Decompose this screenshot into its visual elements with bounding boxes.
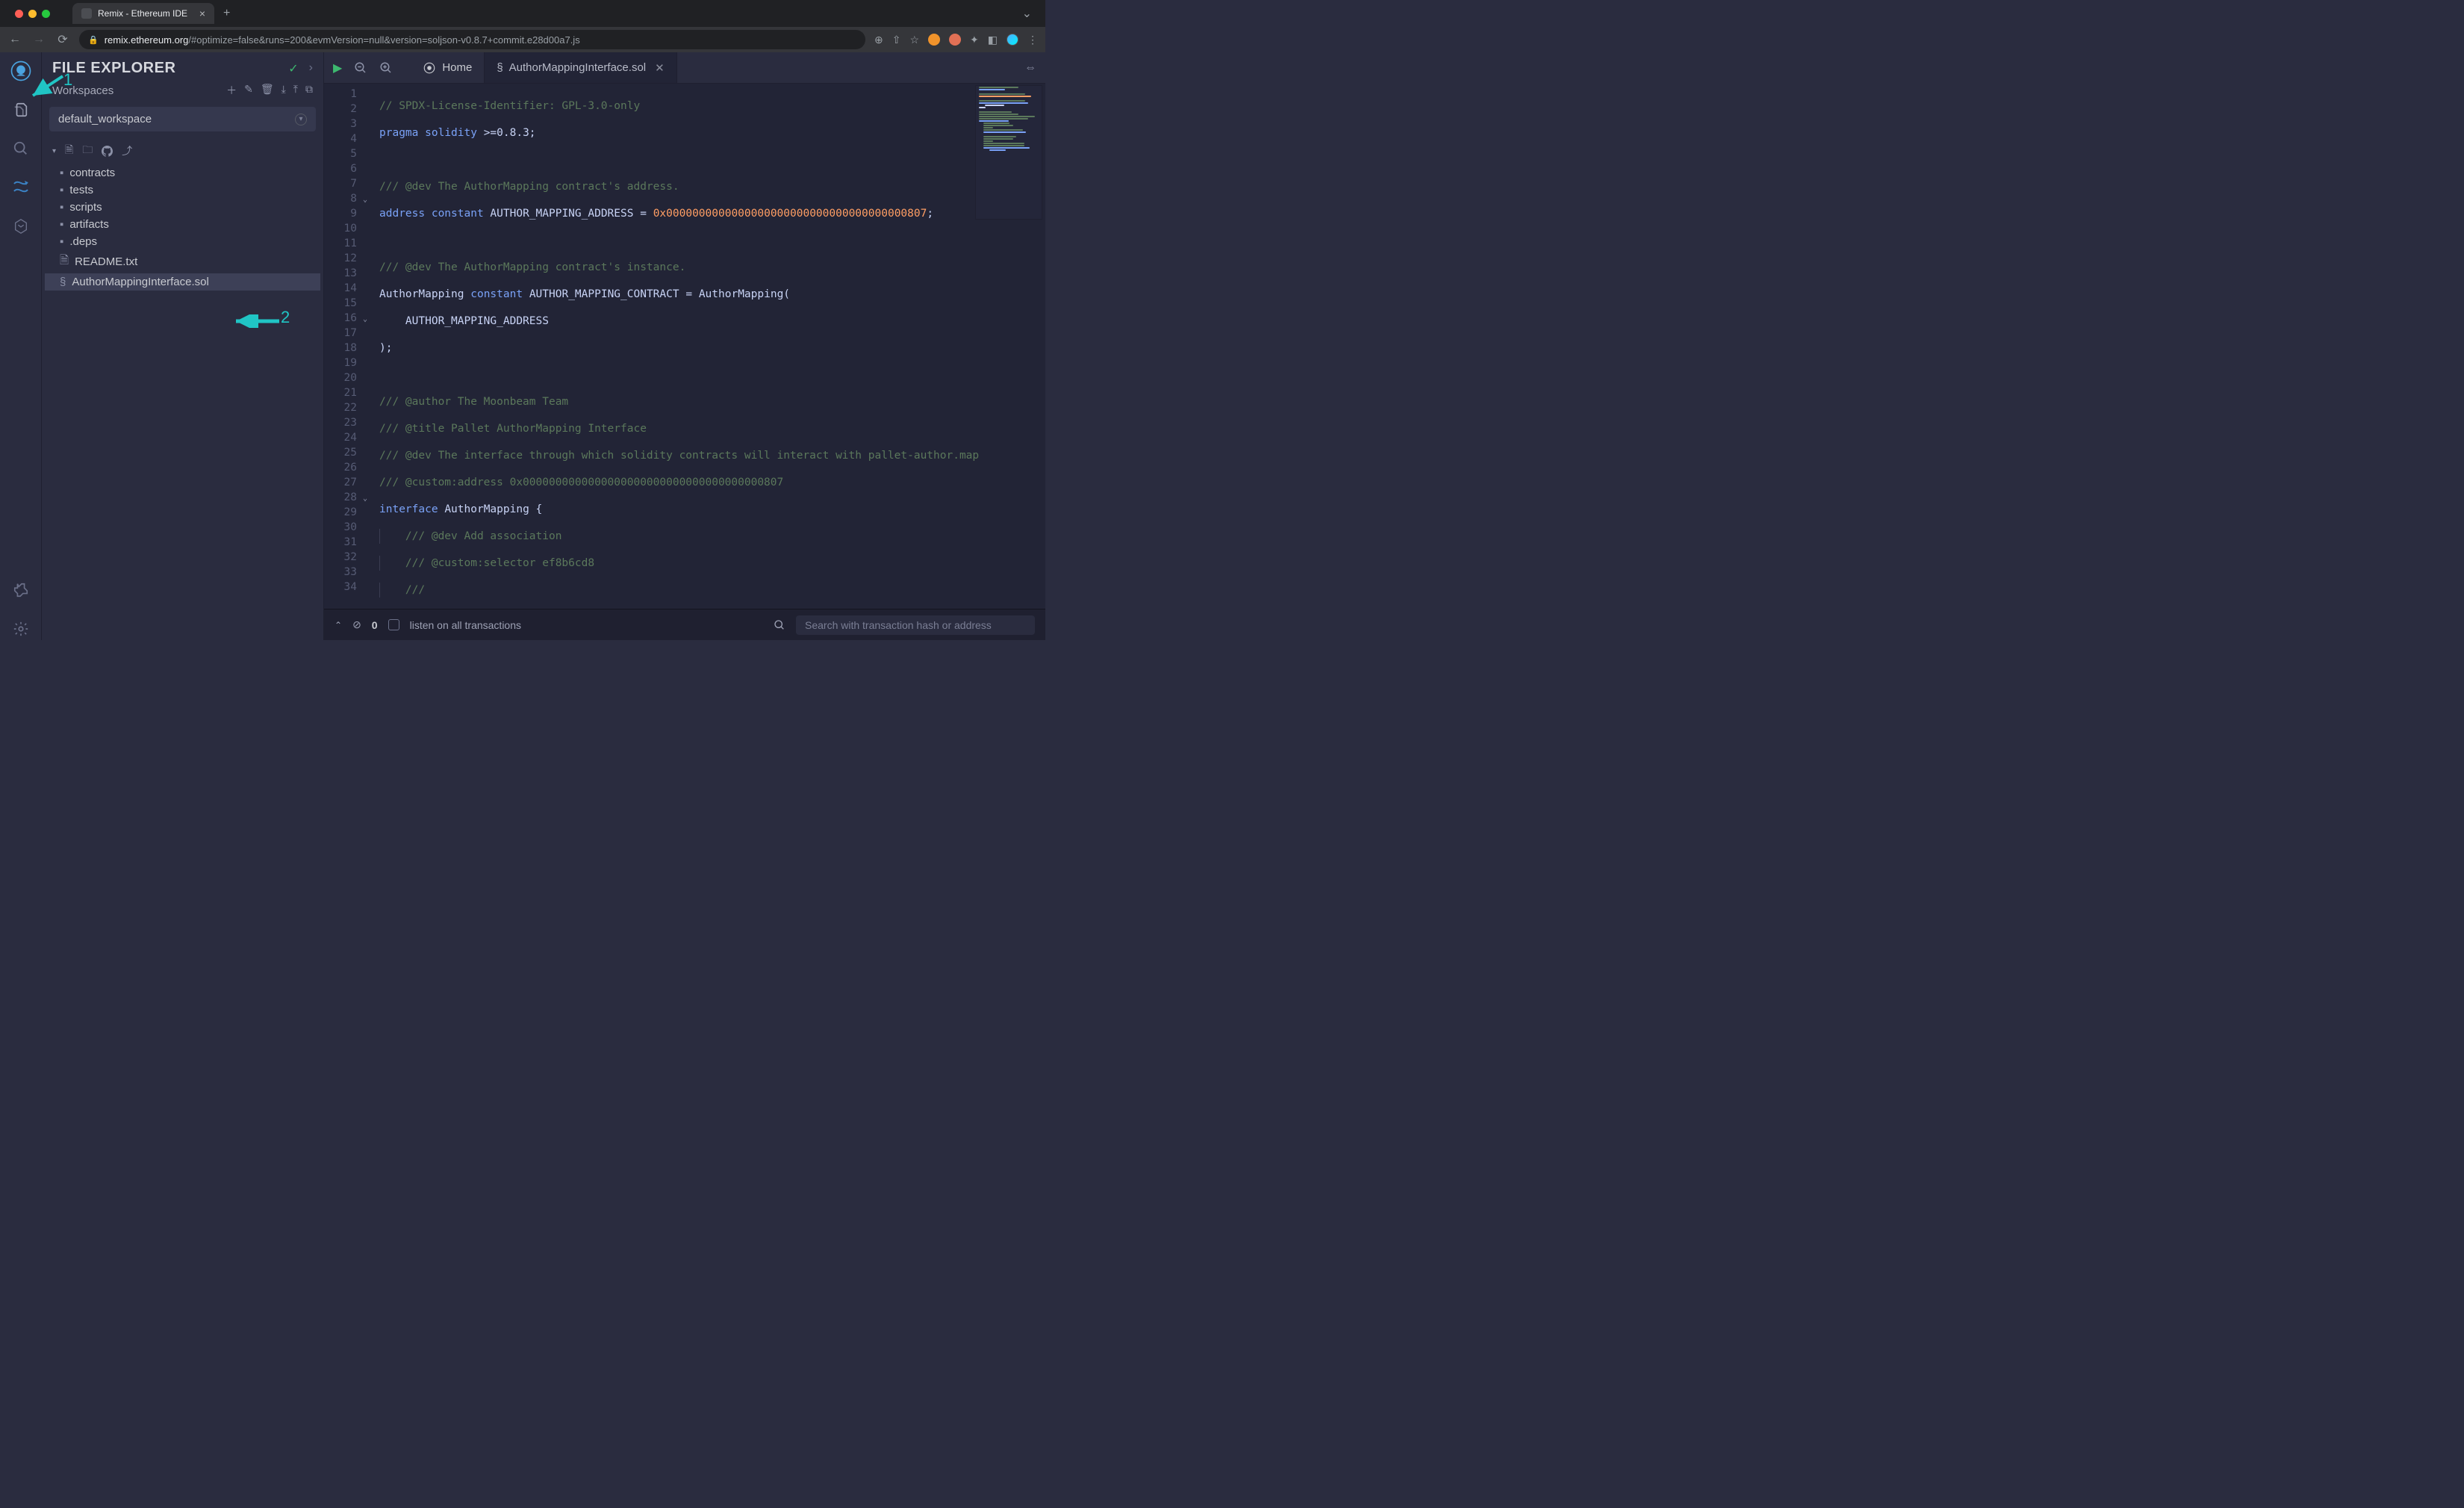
- app-root: FILE EXPLORER ✓ › Workspaces ＋ ✎ 🗑 ⤓ ⤒ ⧉…: [0, 52, 1045, 640]
- listen-label: listen on all transactions: [410, 619, 521, 631]
- new-file-icon[interactable]: 🗎: [65, 142, 73, 160]
- listen-checkbox[interactable]: [388, 619, 399, 630]
- url-box[interactable]: 🔒 remix.ethereum.org/#optimize=false&run…: [79, 30, 865, 49]
- file-explorer-header: FILE EXPLORER ✓ ›: [42, 52, 323, 80]
- folder-deps[interactable]: ▪.deps: [45, 233, 320, 250]
- zoom-in-icon[interactable]: [379, 61, 393, 75]
- run-icon[interactable]: ▶: [333, 60, 342, 75]
- folder-artifacts[interactable]: ▪artifacts: [45, 216, 320, 233]
- browser-tab[interactable]: Remix - Ethereum IDE ×: [72, 3, 214, 24]
- back-button[interactable]: ←: [7, 33, 22, 46]
- terminal-search-icon[interactable]: [774, 619, 785, 631]
- home-icon: [423, 61, 436, 75]
- search-icon[interactable]: [10, 137, 32, 160]
- lock-icon: 🔒: [88, 35, 99, 45]
- address-bar: ← → ⟳ 🔒 remix.ethereum.org/#optimize=fal…: [0, 27, 1045, 52]
- upload-workspace-icon[interactable]: ⤒: [293, 83, 298, 98]
- icon-rail: [0, 52, 42, 640]
- minimize-window-button[interactable]: [28, 10, 37, 18]
- zoom-out-icon[interactable]: [354, 61, 367, 75]
- download-workspace-icon[interactable]: ⤓: [281, 83, 286, 98]
- folder-contracts[interactable]: ▪contracts: [45, 164, 320, 181]
- code-content: // SPDX-License-Identifier: GPL-3.0-only…: [366, 84, 1045, 609]
- maximize-window-button[interactable]: [42, 10, 50, 18]
- terminal-search-input[interactable]: Search with transaction hash or address: [796, 615, 1035, 635]
- share-icon[interactable]: ⇧: [892, 34, 901, 46]
- workspaces-label: Workspaces: [52, 84, 113, 97]
- settings-icon[interactable]: [10, 618, 32, 640]
- browser-actions: ⊕ ⇧ ☆ ✦ ◧ ⋮: [874, 34, 1038, 46]
- tab-title: Remix - Ethereum IDE: [98, 8, 187, 19]
- terminal-clear-icon[interactable]: ⊘: [352, 618, 361, 631]
- tab-home-label: Home: [442, 61, 472, 74]
- folder-tests[interactable]: ▪tests: [45, 181, 320, 199]
- file-interface[interactable]: §AuthorMappingInterface.sol: [45, 273, 320, 291]
- zoom-icon[interactable]: ⊕: [874, 34, 883, 46]
- remix-logo-icon[interactable]: [10, 60, 32, 82]
- select-caret-icon: ▾: [295, 114, 307, 125]
- tab-home[interactable]: Home: [411, 52, 485, 83]
- editor-area: ▶ Home § AuthorMappingInterface.sol ✕: [324, 52, 1045, 640]
- check-icon[interactable]: ✓: [288, 61, 298, 76]
- workspace-name: default_workspace: [58, 113, 152, 125]
- close-tab-icon[interactable]: ✕: [655, 61, 665, 75]
- github-icon[interactable]: [102, 146, 113, 157]
- tree-toolbar: ▾ 🗎 🗀 ⤴: [42, 137, 323, 164]
- line-gutter: 1234567 8⌄91011 12131415 16⌄17181920 212…: [324, 84, 366, 609]
- pending-tx-count: 0: [372, 619, 378, 631]
- solidity-file-icon: §: [497, 61, 503, 74]
- new-folder-icon[interactable]: 🗀: [82, 142, 93, 160]
- file-readme[interactable]: 🗎README.txt: [45, 250, 320, 273]
- delete-workspace-icon[interactable]: 🗑: [261, 83, 274, 98]
- file-tree: ▪contracts ▪tests ▪scripts ▪artifacts ▪.…: [42, 164, 323, 291]
- file-explorer-icon[interactable]: [10, 99, 32, 121]
- plugin-manager-icon[interactable]: [10, 579, 32, 601]
- deploy-icon[interactable]: [10, 215, 32, 238]
- expand-icon[interactable]: ⇔: [1024, 61, 1036, 75]
- terminal-expand-icon[interactable]: ⌃: [335, 620, 342, 630]
- window-controls: [7, 10, 57, 18]
- browser-chrome: Remix - Ethereum IDE × + ⌄ ← → ⟳ 🔒 remix…: [0, 0, 1045, 52]
- clone-workspace-icon[interactable]: ⧉: [305, 83, 313, 98]
- tab-file[interactable]: § AuthorMappingInterface.sol ✕: [485, 52, 676, 83]
- annotation-number-2: 2: [281, 308, 290, 327]
- rename-workspace-icon[interactable]: ✎: [244, 83, 253, 98]
- url-text: remix.ethereum.org/#optimize=false&runs=…: [105, 34, 580, 46]
- menu-icon[interactable]: ⋮: [1027, 34, 1038, 46]
- extension-1-icon[interactable]: [928, 34, 940, 46]
- star-icon[interactable]: ☆: [909, 34, 919, 46]
- tab-file-label: AuthorMappingInterface.sol: [509, 61, 646, 74]
- chevron-right-icon[interactable]: ›: [309, 61, 313, 76]
- collapse-tree-icon[interactable]: ▾: [52, 147, 56, 155]
- upload-file-icon[interactable]: ⤴: [122, 143, 132, 158]
- folder-scripts[interactable]: ▪scripts: [45, 199, 320, 216]
- tab-strip: Remix - Ethereum IDE × + ⌄: [0, 0, 1045, 27]
- terminal-bar: ⌃ ⊘ 0 listen on all transactions Search …: [324, 609, 1045, 640]
- profile-icon[interactable]: [1007, 34, 1018, 46]
- new-tab-button[interactable]: +: [223, 7, 230, 20]
- favicon: [81, 8, 92, 19]
- annotation-number-1: 1: [63, 70, 72, 90]
- editor-toolbar: ▶ Home § AuthorMappingInterface.sol ✕: [324, 52, 1045, 84]
- add-workspace-icon[interactable]: ＋: [226, 83, 237, 98]
- extensions-puzzle-icon[interactable]: ✦: [970, 34, 979, 46]
- code-editor[interactable]: 1234567 8⌄91011 12131415 16⌄17181920 212…: [324, 84, 1045, 609]
- close-window-button[interactable]: [15, 10, 23, 18]
- panel-icon[interactable]: ◧: [988, 34, 998, 46]
- workspaces-row: Workspaces ＋ ✎ 🗑 ⤓ ⤒ ⧉: [42, 80, 323, 101]
- metamask-icon[interactable]: [949, 34, 961, 46]
- workspace-select[interactable]: default_workspace ▾: [49, 107, 316, 131]
- close-tab-icon[interactable]: ×: [199, 7, 205, 19]
- editor-tabs: Home § AuthorMappingInterface.sol ✕: [411, 52, 676, 83]
- reload-button[interactable]: ⟳: [55, 32, 70, 47]
- file-explorer-panel: FILE EXPLORER ✓ › Workspaces ＋ ✎ 🗑 ⤓ ⤒ ⧉…: [42, 52, 324, 640]
- compiler-icon[interactable]: [10, 176, 32, 199]
- tabs-dropdown-icon[interactable]: ⌄: [1022, 6, 1038, 21]
- minimap[interactable]: [975, 85, 1042, 220]
- forward-button[interactable]: →: [31, 33, 46, 46]
